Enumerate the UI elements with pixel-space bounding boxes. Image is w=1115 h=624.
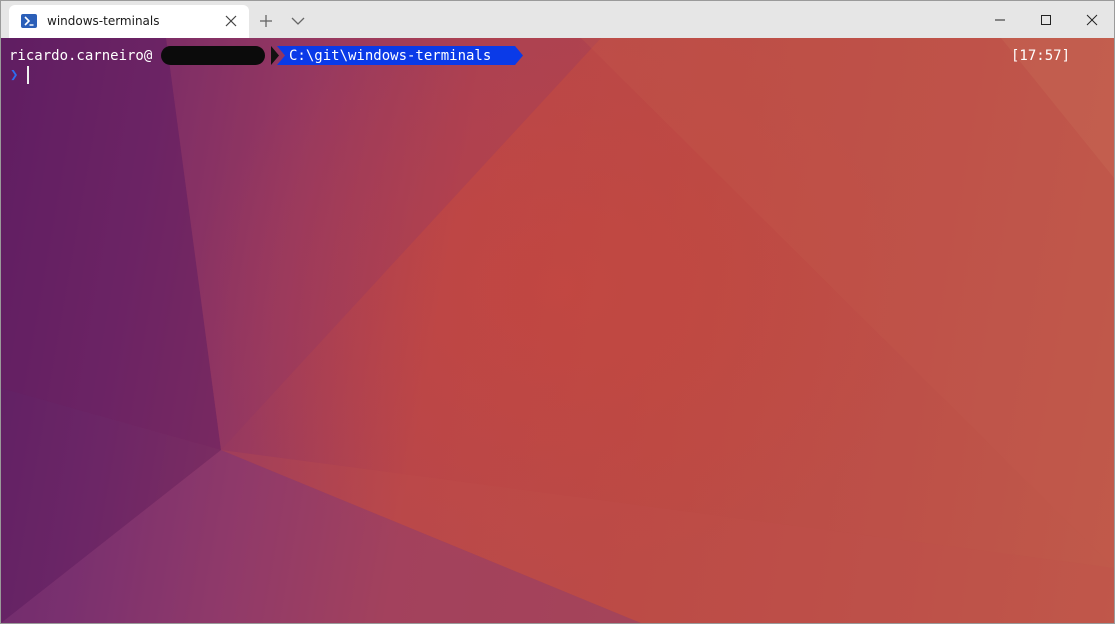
- close-button[interactable]: [1069, 1, 1114, 38]
- title-bar[interactable]: windows-terminals: [1, 1, 1114, 38]
- prompt-username: ricardo.carneiro@: [9, 48, 153, 64]
- powershell-icon: [21, 14, 37, 28]
- prompt-chevron: ❯: [10, 67, 19, 83]
- terminal-pane[interactable]: ricardo.carneiro@ C:\git\windows-termina…: [1, 38, 1114, 623]
- tab-title: windows-terminals: [47, 14, 160, 28]
- minimize-button[interactable]: [977, 1, 1023, 38]
- tab-dropdown-button[interactable]: [285, 9, 311, 33]
- maximize-button[interactable]: [1023, 1, 1069, 38]
- maximize-icon: [1041, 15, 1051, 25]
- current-path: C:\git\windows-terminals: [289, 48, 492, 64]
- close-icon: [1086, 14, 1098, 26]
- new-tab-button[interactable]: [253, 9, 279, 33]
- terminal-window: windows-terminals ricardo.carneiro@ C:\g…: [0, 0, 1115, 624]
- wallpaper-background: [1, 38, 1114, 623]
- redacted-hostname: [161, 46, 265, 65]
- prompt-time: [17:57]: [1011, 48, 1071, 64]
- minimize-icon: [995, 19, 1005, 21]
- text-cursor: [27, 66, 29, 84]
- chevron-down-icon: [291, 17, 305, 25]
- tab-close-icon[interactable]: [223, 13, 239, 29]
- tab-windows-terminals[interactable]: windows-terminals: [9, 5, 249, 38]
- plus-icon: [260, 15, 272, 27]
